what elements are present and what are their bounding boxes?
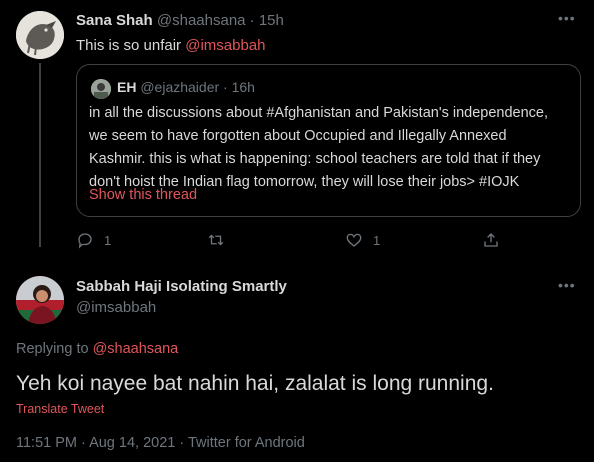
- like-button[interactable]: 1: [345, 231, 380, 249]
- reply-icon: [78, 233, 92, 249]
- translate-tweet-link[interactable]: Translate Tweet: [16, 402, 104, 416]
- share-button[interactable]: [482, 231, 510, 249]
- retweet-icon: [208, 234, 224, 246]
- replying-to: Replying to @shaahsana: [16, 341, 178, 357]
- tweet-meta[interactable]: 11:51 PM · Aug 14, 2021 · Twitter for An…: [16, 435, 305, 451]
- mention-link[interactable]: @imsabbah: [185, 37, 265, 54]
- thread-connector-line: [39, 63, 41, 247]
- replying-to-prefix: Replying to: [16, 341, 93, 357]
- quoted-text-line: in all the discussions about #Afghanista…: [89, 105, 549, 121]
- tweet-text: This is so unfair: [76, 37, 186, 54]
- show-thread-link[interactable]: Show this thread: [89, 187, 197, 203]
- quoted-tweet-card[interactable]: EH @ejazhaider · 16h in all the discussi…: [76, 64, 581, 217]
- replying-to-handle[interactable]: @shaahsana: [93, 341, 179, 357]
- reply-button[interactable]: 1: [76, 231, 111, 249]
- separator: ·: [249, 12, 255, 29]
- parent-tweet-text: This is so unfair @imsabbah: [76, 37, 266, 54]
- quoted-text-line: we seem to have forgotten about Occupied…: [89, 128, 507, 144]
- share-icon: [484, 233, 498, 247]
- like-count: 1: [373, 232, 381, 248]
- parent-tweet-header: Sana Shah @shaahsana · 15h: [76, 12, 284, 29]
- main-tweet-text: Yeh koi nayee bat nahin hai, zalalat is …: [16, 372, 494, 395]
- author-handle[interactable]: @shaahsana: [157, 12, 246, 29]
- quoted-tweet-text: in all the discussions about #Afghanista…: [89, 102, 579, 194]
- author-name[interactable]: Sabbah Haji Isolating Smartly: [76, 278, 287, 295]
- author-handle[interactable]: @imsabbah: [76, 299, 156, 316]
- avatar-sana-shah[interactable]: [16, 11, 64, 59]
- author-name[interactable]: Sana Shah: [76, 12, 153, 29]
- heart-icon: [346, 233, 362, 247]
- tweet-time[interactable]: 15h: [259, 12, 284, 29]
- quoted-tweet-time: 16h: [231, 79, 255, 95]
- avatar-eh: [91, 79, 111, 99]
- quoted-text-line: Kashmir. this is what is happening: scho…: [89, 151, 541, 167]
- separator: ·: [223, 79, 228, 95]
- quoted-author-name: EH: [117, 79, 137, 95]
- more-horizontal-icon[interactable]: •••: [558, 10, 576, 26]
- quoted-author-handle: @ejazhaider: [140, 79, 220, 95]
- reply-count: 1: [104, 232, 112, 248]
- more-horizontal-icon[interactable]: •••: [558, 277, 576, 293]
- retweet-button[interactable]: [207, 231, 235, 249]
- avatar-sabbah-haji[interactable]: [16, 276, 64, 324]
